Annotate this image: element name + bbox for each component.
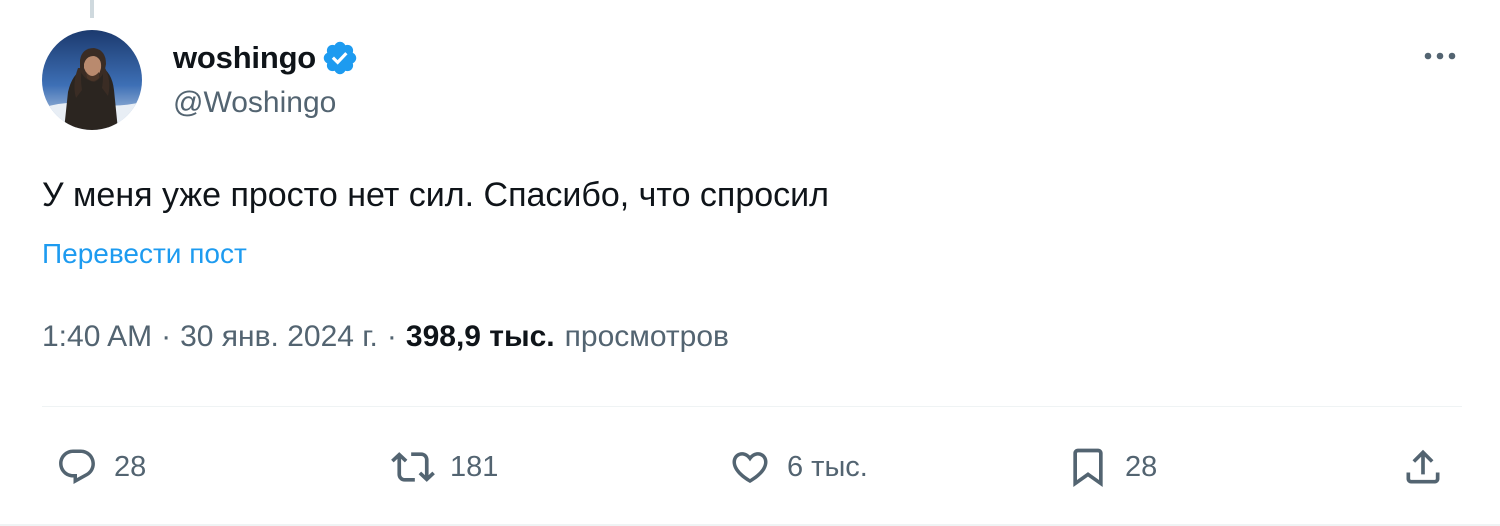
share-icon [1400, 444, 1446, 490]
meta-separator: · [386, 320, 397, 353]
like-icon [727, 444, 773, 490]
repost-count: 181 [450, 450, 499, 483]
more-icon [1424, 52, 1456, 60]
bookmark-count: 28 [1125, 450, 1158, 483]
tweet-text: У меня уже просто нет сил. Спасибо, что … [42, 176, 829, 214]
bookmark-icon [1065, 444, 1111, 490]
views-count[interactable]: 398,9 тыс. [406, 320, 555, 354]
translate-post-link[interactable]: Перевести пост [42, 238, 247, 270]
more-options-button[interactable] [1418, 38, 1462, 74]
repost-icon [390, 444, 436, 490]
divider [42, 406, 1462, 407]
like-button[interactable]: 6 тыс. [727, 440, 868, 494]
reply-button[interactable]: 28 [54, 440, 146, 494]
reply-icon [54, 444, 100, 490]
post-time[interactable]: 1:40 AM [42, 320, 152, 354]
bookmark-button[interactable]: 28 [1065, 440, 1157, 494]
post-date[interactable]: 30 янв. 2024 г. [180, 320, 378, 354]
avatar[interactable] [42, 30, 142, 130]
share-button[interactable] [1400, 440, 1446, 494]
user-handle[interactable]: @Woshingo [173, 86, 336, 120]
like-count: 6 тыс. [787, 450, 868, 483]
tweet-meta: 1:40 AM · 30 янв. 2024 г. · 398,9 тыс. п… [42, 320, 729, 354]
repost-button[interactable]: 181 [390, 440, 498, 494]
thread-connector-line [90, 0, 94, 18]
verified-badge-icon [321, 39, 359, 77]
reply-count: 28 [114, 450, 147, 483]
meta-separator: · [161, 320, 172, 353]
views-label: просмотров [564, 320, 729, 353]
display-name[interactable]: woshingo [173, 40, 316, 76]
